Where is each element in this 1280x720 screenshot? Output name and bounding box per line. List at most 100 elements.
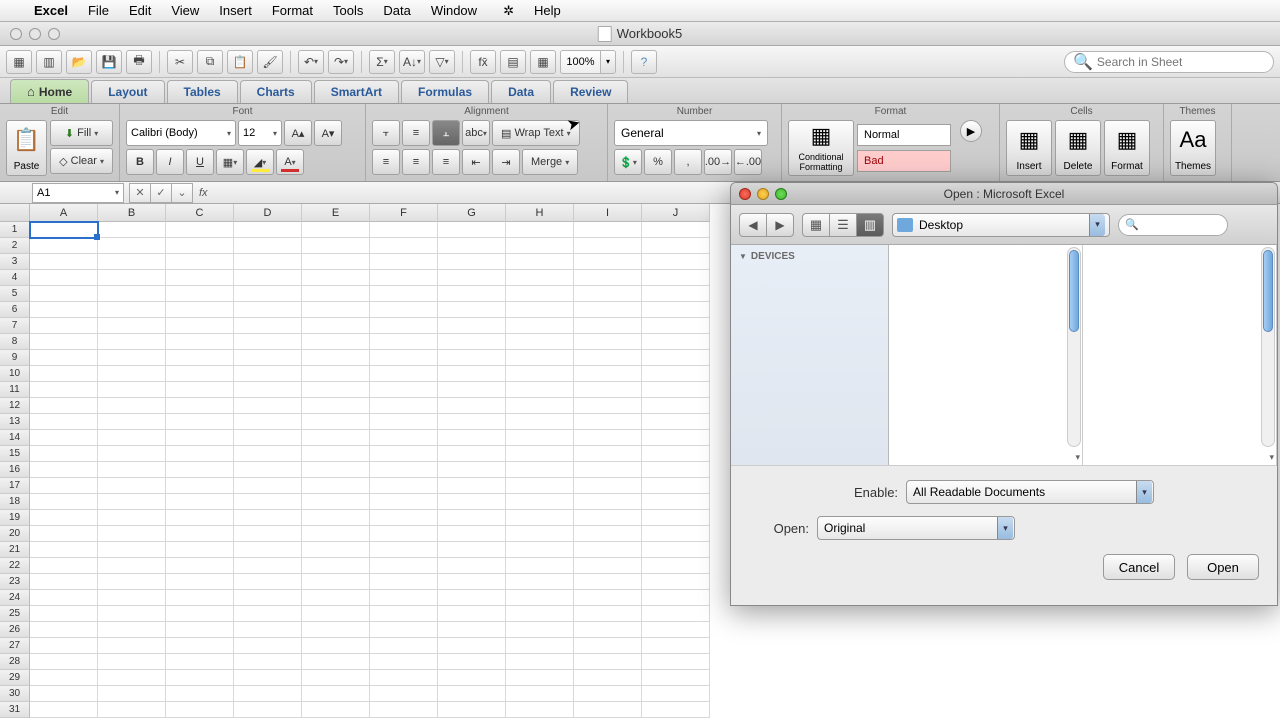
cell[interactable] [302,398,370,414]
cell[interactable] [642,398,710,414]
dialog-zoom-button[interactable] [775,188,787,200]
cell[interactable] [302,318,370,334]
cell[interactable] [30,334,98,350]
cell[interactable] [438,574,506,590]
cell[interactable] [506,590,574,606]
cell[interactable] [302,446,370,462]
cell[interactable] [642,238,710,254]
style-bad[interactable]: Bad [857,150,951,172]
view-list-button[interactable]: ☰ [829,213,857,237]
cell[interactable] [302,462,370,478]
new-from-template-button[interactable]: ▥ [36,50,62,74]
cell[interactable] [98,414,166,430]
cell[interactable] [166,606,234,622]
cell[interactable] [438,446,506,462]
increase-indent-button[interactable]: ⇥ [492,149,520,175]
cell[interactable] [370,574,438,590]
cell[interactable] [370,686,438,702]
menubar-app-name[interactable]: Excel [24,3,78,18]
row-header[interactable]: 2 [0,238,30,254]
cell[interactable] [30,350,98,366]
align-right-button[interactable]: ≡ [432,149,460,175]
cell[interactable] [30,302,98,318]
cell[interactable] [506,238,574,254]
cell[interactable] [574,574,642,590]
cell[interactable] [370,494,438,510]
cell[interactable] [234,670,302,686]
autosum-button[interactable]: Σ▾ [369,50,395,74]
cell[interactable] [642,494,710,510]
cell[interactable] [30,222,98,238]
cell[interactable] [166,446,234,462]
cell[interactable] [30,398,98,414]
cell[interactable] [98,302,166,318]
cell[interactable] [506,366,574,382]
cell[interactable] [574,590,642,606]
sheet-search[interactable]: 🔍 [1064,51,1274,73]
cell[interactable] [642,510,710,526]
cell[interactable] [642,286,710,302]
format-cells-button[interactable]: ▦Format [1104,120,1150,176]
cell[interactable] [438,526,506,542]
cell[interactable] [98,446,166,462]
cut-button[interactable]: ✂ [167,50,193,74]
cell[interactable] [642,430,710,446]
cell[interactable] [438,398,506,414]
menu-tools[interactable]: Tools [323,3,373,18]
cell[interactable] [302,414,370,430]
cell[interactable] [30,558,98,574]
cell[interactable] [98,686,166,702]
cell[interactable] [506,222,574,238]
cell[interactable] [302,222,370,238]
cell[interactable] [438,478,506,494]
row-header[interactable]: 25 [0,606,30,622]
delete-cells-button[interactable]: ▦Delete [1055,120,1101,176]
file-column-2[interactable]: ▾ [1083,245,1277,465]
cell[interactable] [166,686,234,702]
cell[interactable] [302,366,370,382]
cell[interactable] [234,526,302,542]
cell[interactable] [574,606,642,622]
cell[interactable] [30,270,98,286]
cell[interactable] [30,318,98,334]
cell[interactable] [506,622,574,638]
merge-button[interactable]: Merge ▾ [522,149,578,175]
cell[interactable] [98,558,166,574]
cell[interactable] [506,542,574,558]
row-header[interactable]: 13 [0,414,30,430]
cell[interactable] [98,398,166,414]
row-header[interactable]: 11 [0,382,30,398]
cell[interactable] [30,526,98,542]
row-header[interactable]: 1 [0,222,30,238]
cell[interactable] [506,462,574,478]
cell[interactable] [98,606,166,622]
cell[interactable] [30,702,98,718]
cell[interactable] [438,302,506,318]
help-button[interactable]: ? [631,50,657,74]
menu-format[interactable]: Format [262,3,323,18]
underline-button[interactable]: U [186,149,214,175]
decrease-decimal-button[interactable]: ←.00 [734,149,762,175]
cell[interactable] [506,286,574,302]
zoom-window-button[interactable] [48,28,60,40]
cell[interactable] [30,606,98,622]
cell[interactable] [370,414,438,430]
borders-button[interactable]: ▦▾ [216,149,244,175]
row-header[interactable]: 16 [0,462,30,478]
cell[interactable] [98,366,166,382]
row-header[interactable]: 3 [0,254,30,270]
paste-big-button[interactable]: 📋 Paste [6,120,47,176]
col-header[interactable]: J [642,204,710,222]
cell[interactable] [370,430,438,446]
cell[interactable] [166,430,234,446]
cell[interactable] [438,430,506,446]
cell[interactable] [166,590,234,606]
cell[interactable] [642,462,710,478]
format-painter-button[interactable]: 🖌 [257,50,283,74]
cell[interactable] [166,222,234,238]
filter-button[interactable]: ▽▾ [429,50,455,74]
cell[interactable] [370,350,438,366]
cell[interactable] [574,286,642,302]
open-confirm-button[interactable]: Open [1187,554,1259,580]
tab-tables[interactable]: Tables [167,80,238,103]
